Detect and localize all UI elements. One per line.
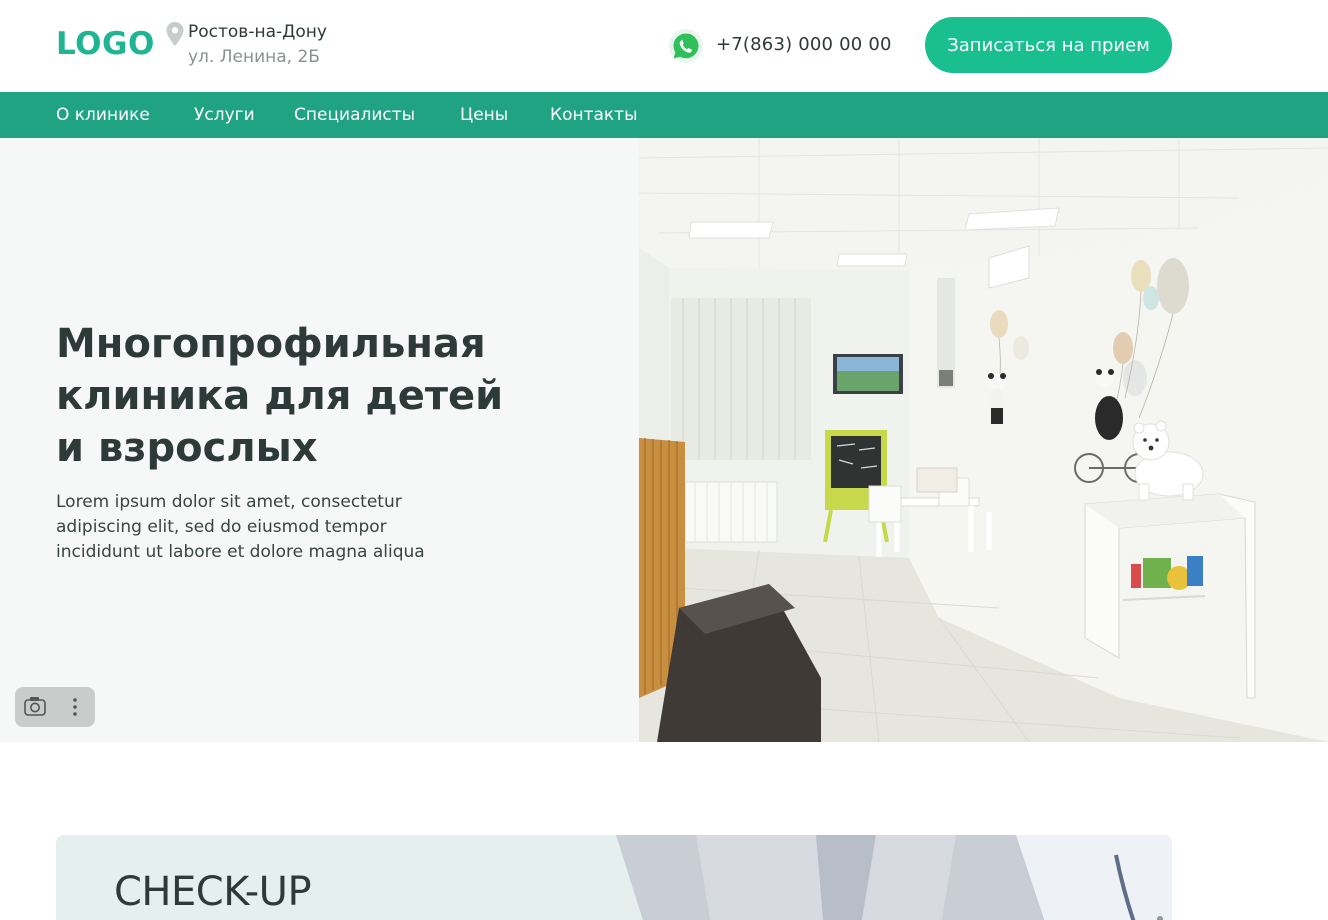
logo[interactable]: LOGO (56, 26, 155, 62)
camera-icon[interactable] (24, 697, 46, 716)
nav-item-about[interactable]: О клинике (56, 105, 150, 125)
hero-title-line: Многопрофильная (56, 321, 486, 367)
hero-title: Многопрофильная клиника для детей и взро… (56, 318, 576, 474)
checkup-card[interactable]: CHECK-UP (56, 835, 1172, 920)
book-appointment-button[interactable]: Записаться на прием (925, 17, 1172, 73)
hero-description-line: adipiscing elit, sed do eiusmod tempor (56, 517, 387, 537)
location-pin-icon (166, 22, 184, 46)
photo-tools-icons (24, 697, 77, 716)
hero-description-line: Lorem ipsum dolor sit amet, consectetur (56, 492, 402, 512)
hero-title-line: клиника для детей (56, 373, 504, 419)
main-nav: О клинике Услуги Специалисты Цены Контак… (0, 92, 1328, 138)
checkup-title: CHECK-UP (114, 869, 312, 915)
hero-section: Многопрофильная клиника для детей и взро… (0, 138, 1328, 742)
hero-title-line: и взрослых (56, 425, 318, 471)
nav-item-prices[interactable]: Цены (460, 105, 508, 125)
nav-item-specialists[interactable]: Специалисты (294, 105, 415, 125)
hero-description-line: incididunt ut labore et dolore magna ali… (56, 542, 425, 562)
phone-number[interactable]: +7(863) 000 00 00 (716, 34, 892, 55)
hero-description: Lorem ipsum dolor sit amet, consectetur … (56, 490, 516, 565)
street-label: ул. Ленина, 2Б (188, 47, 320, 67)
site-header: LOGO Ростов-на-Дону ул. Ленина, 2Б +7(86… (0, 0, 1328, 92)
nav-item-contacts[interactable]: Контакты (550, 105, 638, 125)
photo-tools (15, 687, 95, 727)
clinic-interior-illustration (639, 138, 1328, 742)
more-vertical-icon[interactable] (73, 698, 77, 716)
hero-text-panel: Многопрофильная клиника для детей и взро… (0, 138, 639, 742)
nav-item-services[interactable]: Услуги (194, 105, 255, 125)
city-label: Ростов-на-Дону (188, 22, 327, 42)
clinic-interior-photo (639, 138, 1328, 742)
whatsapp-icon[interactable] (668, 28, 704, 64)
